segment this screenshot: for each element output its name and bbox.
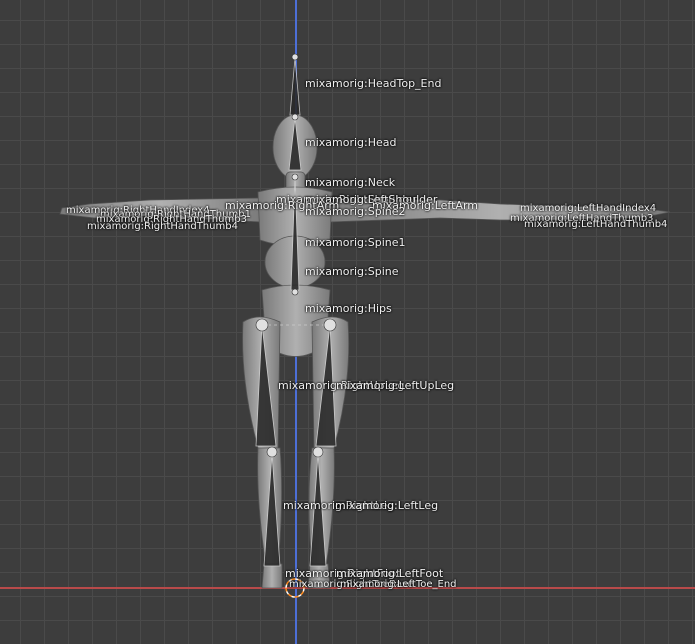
joint-neck[interactable]: [291, 173, 299, 181]
label-left-leg: mixamorig:LeftLeg: [335, 499, 439, 512]
joint-headtop[interactable]: [291, 53, 299, 61]
3d-viewport[interactable]: mixamorig:HeadTop_End mixamorig:Head mix…: [0, 0, 695, 644]
label-neck: mixamorig:Neck: [305, 176, 396, 189]
joint-left-knee[interactable]: [312, 446, 324, 458]
label-left-upleg: mixamorig:LeftUpLeg: [336, 379, 455, 392]
joint-right-knee[interactable]: [266, 446, 278, 458]
joint-hips[interactable]: [291, 288, 299, 296]
label-right-hand-thumb4: mixamorig:RightHandThumb4: [87, 221, 238, 232]
label-headtop-end: mixamorig:HeadTop_End: [305, 77, 442, 90]
joint-left-hip[interactable]: [323, 318, 337, 332]
label-left-toe-end: mixamorig:LeftToe_End: [340, 579, 457, 590]
label-left-hand-thumb4: mixamorig:LeftHandThumb4: [524, 219, 668, 230]
joint-head[interactable]: [291, 113, 299, 121]
bone-headtop[interactable]: [289, 57, 301, 116]
label-spine: mixamorig:Spine: [305, 265, 399, 278]
label-spine1: mixamorig:Spine1: [305, 236, 406, 249]
label-spine2: mixamorig:Spine2: [305, 205, 406, 218]
joint-right-hip[interactable]: [255, 318, 269, 332]
label-hips: mixamorig:Hips: [305, 302, 392, 315]
label-head: mixamorig:Head: [305, 136, 397, 149]
character-mesh[interactable]: [0, 0, 695, 644]
right-foot-mesh[interactable]: [261, 563, 283, 589]
